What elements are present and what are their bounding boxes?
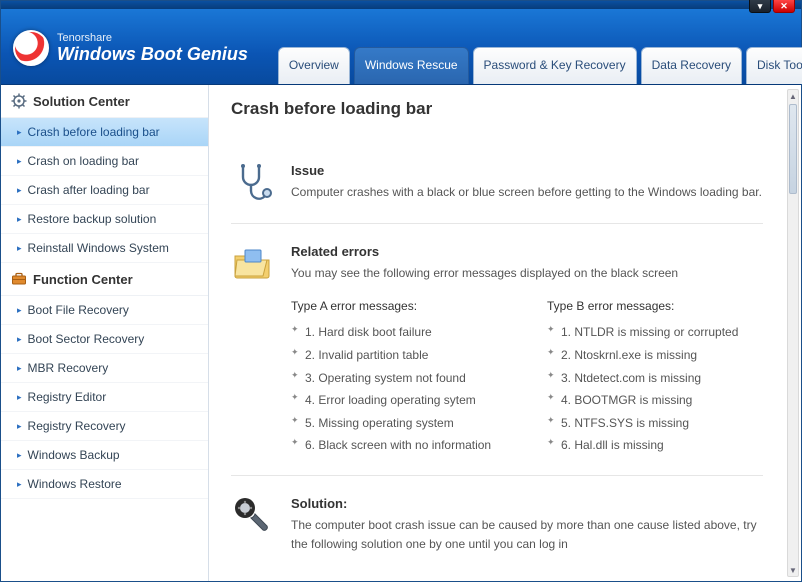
- error-item: 2. Ntoskrnl.exe is missing: [547, 344, 763, 367]
- brand-company: Tenorshare: [57, 32, 248, 44]
- sidebar-item-label: Crash on loading bar: [28, 154, 139, 168]
- sidebar-item-label: Windows Restore: [28, 477, 122, 491]
- related-text: You may see the following error messages…: [291, 264, 763, 283]
- sidebar-item-label: Registry Editor: [28, 390, 107, 404]
- close-button[interactable]: ✕: [773, 0, 795, 13]
- related-title: Related errors: [291, 242, 763, 262]
- chevron-right-icon: ▸: [17, 305, 22, 316]
- sidebar-item-label: Crash before loading bar: [28, 125, 160, 139]
- error-item: 4. BOOTMGR is missing: [547, 389, 763, 412]
- chevron-right-icon: ▸: [17, 243, 22, 254]
- sidebar-item-label: Crash after loading bar: [28, 183, 150, 197]
- solution-title: Solution:: [291, 494, 763, 514]
- wrench-tire-icon: [231, 494, 275, 538]
- solution-center-header: Solution Center: [1, 85, 208, 118]
- issue-section: Issue Computer crashes with a black or b…: [231, 143, 763, 224]
- error-col-a-title: Type A error messages:: [291, 297, 507, 316]
- issue-title: Issue: [291, 161, 763, 181]
- chevron-right-icon: ▸: [17, 214, 22, 225]
- main-tabs: OverviewWindows RescuePassword & Key Rec…: [278, 47, 802, 84]
- body: Solution Center ▸ Crash before loading ba…: [1, 85, 801, 581]
- toolbox-icon: [11, 271, 27, 287]
- sidebar-solution-crash-on-loading-bar[interactable]: ▸ Crash on loading bar: [1, 147, 208, 176]
- error-col-b: Type B error messages: 1. NTLDR is missi…: [547, 297, 763, 457]
- scrollbar[interactable]: ▲ ▼: [787, 89, 799, 577]
- sidebar-function-windows-backup[interactable]: ▸ Windows Backup: [1, 441, 208, 470]
- solution-section: Solution: The computer boot crash issue …: [231, 476, 763, 571]
- sidebar-function-boot-sector-recovery[interactable]: ▸ Boot Sector Recovery: [1, 325, 208, 354]
- scroll-up-icon[interactable]: ▲: [788, 90, 798, 102]
- function-center-header: Function Center: [1, 263, 208, 296]
- error-columns: Type A error messages: 1. Hard disk boot…: [291, 297, 763, 457]
- sidebar-item-label: MBR Recovery: [28, 361, 109, 375]
- sidebar-solution-reinstall-windows-system[interactable]: ▸ Reinstall Windows System: [1, 234, 208, 263]
- sidebar: Solution Center ▸ Crash before loading ba…: [1, 85, 209, 581]
- app-logo-icon: [13, 30, 49, 66]
- issue-text: Computer crashes with a black or blue sc…: [291, 183, 763, 202]
- error-item: 6. Black screen with no information: [291, 434, 507, 457]
- related-errors-section: Related errors You may see the following…: [231, 224, 763, 476]
- tab-disk-tools[interactable]: Disk Tools: [746, 47, 802, 84]
- app-window: ▾ ✕ Tenorshare Windows Boot Genius Overv…: [0, 0, 802, 582]
- chevron-right-icon: ▸: [17, 185, 22, 196]
- error-item: 5. Missing operating system: [291, 412, 507, 435]
- error-col-a: Type A error messages: 1. Hard disk boot…: [291, 297, 507, 457]
- chevron-right-icon: ▸: [17, 363, 22, 374]
- sidebar-item-label: Registry Recovery: [28, 419, 126, 433]
- brand-product: Windows Boot Genius: [57, 44, 248, 64]
- window-controls: ▾ ✕: [749, 0, 795, 13]
- scroll-down-icon[interactable]: ▼: [788, 564, 798, 576]
- stethoscope-icon: [231, 161, 275, 205]
- sidebar-function-mbr-recovery[interactable]: ▸ MBR Recovery: [1, 354, 208, 383]
- tab-overview[interactable]: Overview: [278, 47, 350, 84]
- folder-icon: [231, 242, 275, 286]
- chevron-right-icon: ▸: [17, 450, 22, 461]
- sidebar-function-windows-restore[interactable]: ▸ Windows Restore: [1, 470, 208, 499]
- brand: Tenorshare Windows Boot Genius: [13, 30, 248, 84]
- error-item: 3. Ntdetect.com is missing: [547, 367, 763, 390]
- content-area: Crash before loading bar Issue Computer …: [209, 85, 801, 581]
- sidebar-function-boot-file-recovery[interactable]: ▸ Boot File Recovery: [1, 296, 208, 325]
- sidebar-solution-crash-after-loading-bar[interactable]: ▸ Crash after loading bar: [1, 176, 208, 205]
- chevron-right-icon: ▸: [17, 127, 22, 138]
- chevron-right-icon: ▸: [17, 479, 22, 490]
- chevron-right-icon: ▸: [17, 334, 22, 345]
- sidebar-item-label: Restore backup solution: [28, 212, 157, 226]
- error-item: 1. NTLDR is missing or corrupted: [547, 321, 763, 344]
- sidebar-solution-crash-before-loading-bar[interactable]: ▸ Crash before loading bar: [1, 118, 208, 147]
- sidebar-item-label: Windows Backup: [28, 448, 120, 462]
- sidebar-function-registry-recovery[interactable]: ▸ Registry Recovery: [1, 412, 208, 441]
- function-center-label: Function Center: [33, 272, 133, 287]
- sidebar-item-label: Boot File Recovery: [28, 303, 129, 317]
- error-item: 2. Invalid partition table: [291, 344, 507, 367]
- page-title: Crash before loading bar: [231, 99, 763, 119]
- error-item: 5. NTFS.SYS is missing: [547, 412, 763, 435]
- sidebar-item-label: Boot Sector Recovery: [28, 332, 145, 346]
- solution-text: The computer boot crash issue can be cau…: [291, 516, 763, 553]
- error-item: 6. Hal.dll is missing: [547, 434, 763, 457]
- chevron-right-icon: ▸: [17, 421, 22, 432]
- sidebar-item-label: Reinstall Windows System: [28, 241, 169, 255]
- minimize-button[interactable]: ▾: [749, 0, 771, 13]
- sidebar-function-registry-editor[interactable]: ▸ Registry Editor: [1, 383, 208, 412]
- chevron-right-icon: ▸: [17, 392, 22, 403]
- chevron-right-icon: ▸: [17, 156, 22, 167]
- header: Tenorshare Windows Boot Genius OverviewW…: [1, 9, 801, 85]
- error-item: 1. Hard disk boot failure: [291, 321, 507, 344]
- error-item: 3. Operating system not found: [291, 367, 507, 390]
- tab-password-key-recovery[interactable]: Password & Key Recovery: [473, 47, 637, 84]
- titlebar: ▾ ✕: [1, 1, 801, 9]
- solution-center-label: Solution Center: [33, 94, 130, 109]
- scroll-thumb[interactable]: [789, 104, 797, 194]
- gear-icon: [11, 93, 27, 109]
- error-item: 4. Error loading operating sytem: [291, 389, 507, 412]
- tab-data-recovery[interactable]: Data Recovery: [641, 47, 742, 84]
- sidebar-solution-restore-backup-solution[interactable]: ▸ Restore backup solution: [1, 205, 208, 234]
- content-scroll[interactable]: Crash before loading bar Issue Computer …: [209, 85, 785, 581]
- tab-windows-rescue[interactable]: Windows Rescue: [354, 47, 469, 84]
- error-col-b-title: Type B error messages:: [547, 297, 763, 316]
